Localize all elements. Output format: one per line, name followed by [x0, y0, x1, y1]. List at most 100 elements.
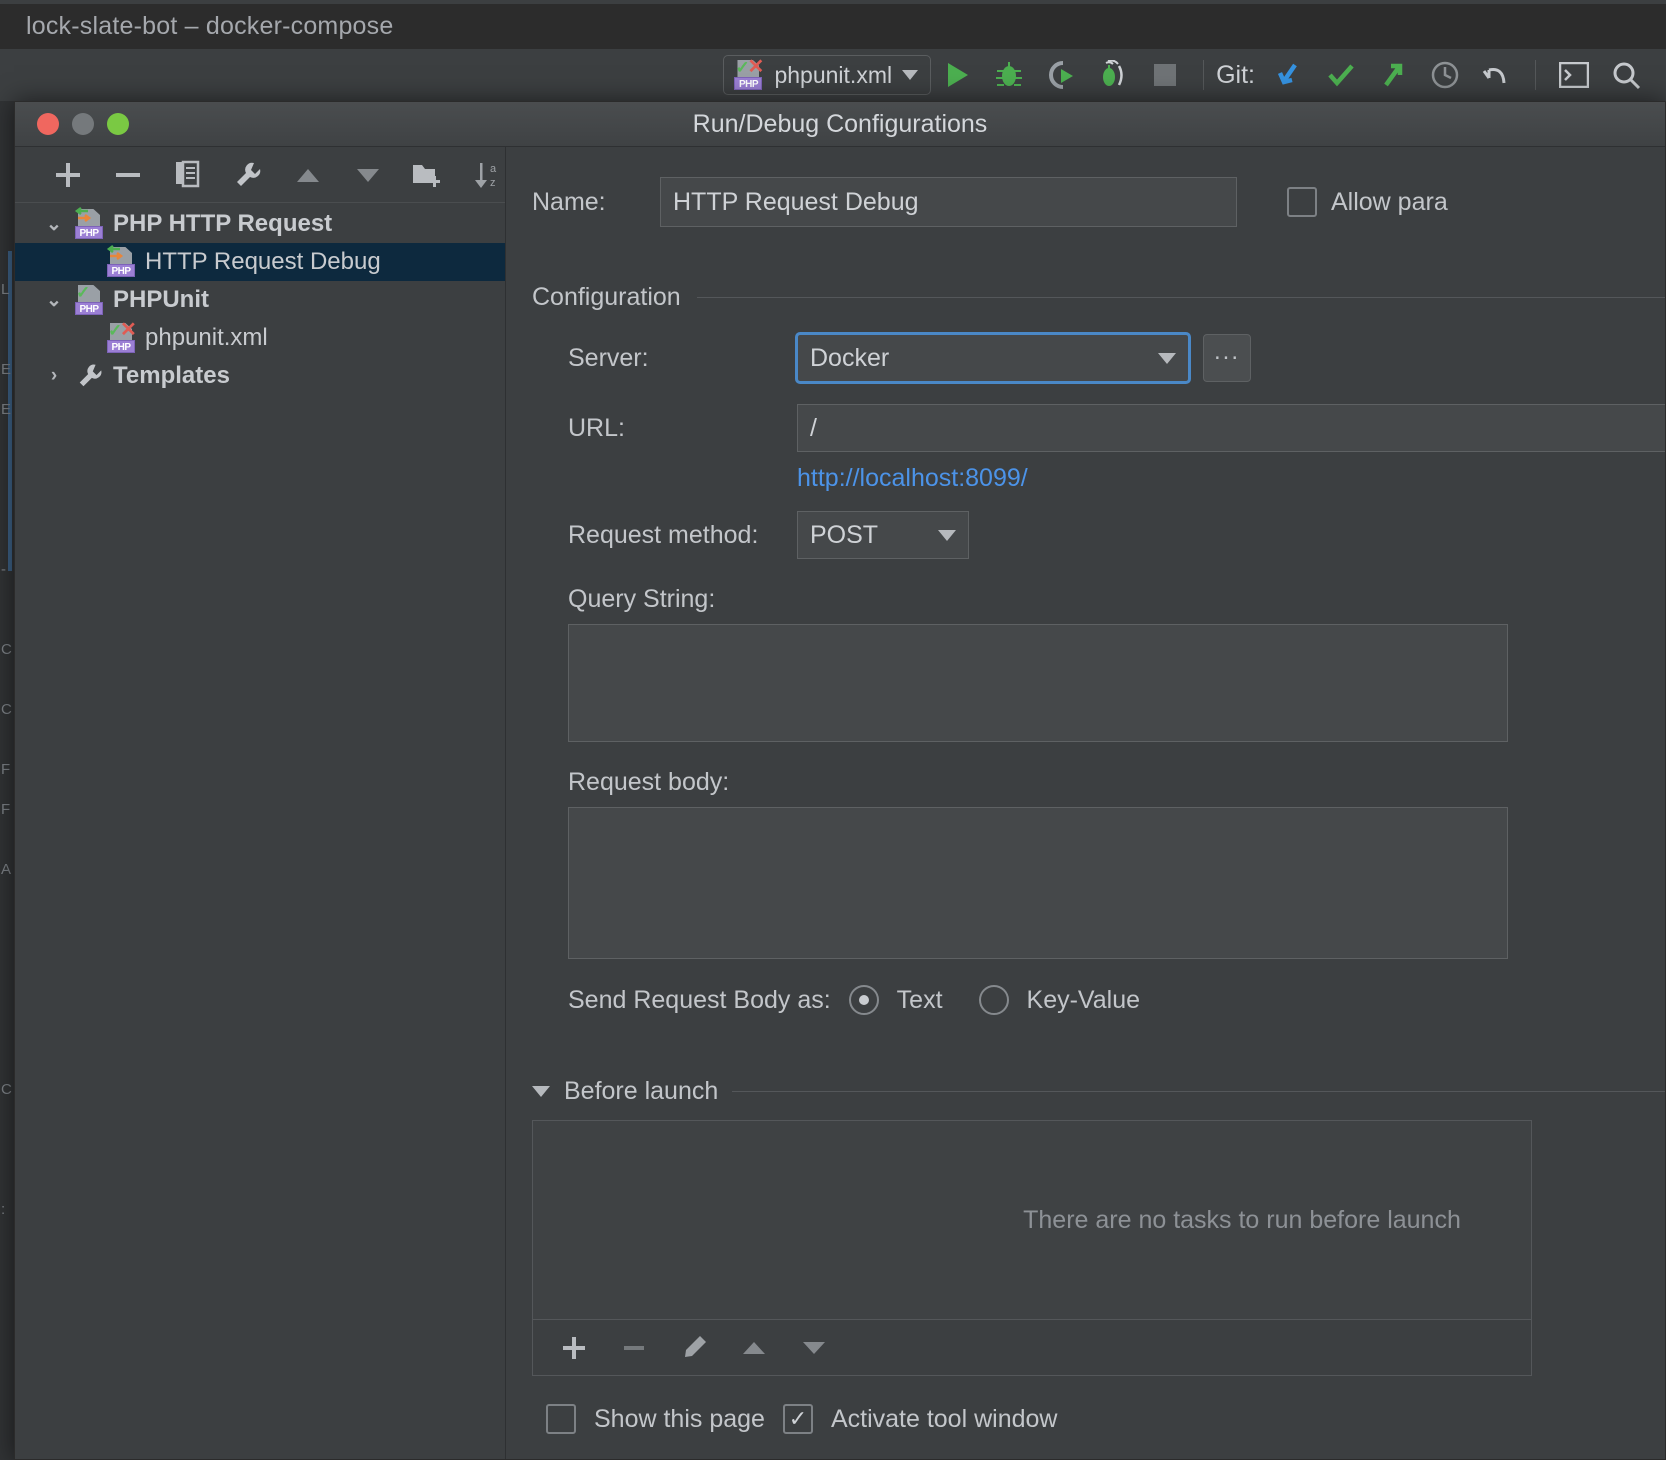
profile-icon[interactable]: [1087, 55, 1139, 95]
rollback-icon[interactable]: [1471, 55, 1523, 95]
remove-configuration-button[interactable]: [111, 158, 145, 192]
url-hint-link[interactable]: http://localhost:8099/: [797, 464, 1665, 493]
activate-tool-window-checkbox[interactable]: [782, 1404, 813, 1434]
tree-item-phpunit-xml[interactable]: ✓ ✕ PHP phpunit.xml: [15, 319, 505, 357]
edit-task-button: [675, 1329, 713, 1367]
git-label: Git:: [1216, 60, 1255, 89]
request-body-label: Request body:: [568, 768, 730, 796]
dialog-title: Run/Debug Configurations: [692, 109, 988, 138]
tree-group-label: Templates: [113, 362, 230, 389]
configuration-section-title: Configuration: [532, 283, 681, 311]
remove-task-button: [615, 1329, 653, 1367]
stop-icon: [1139, 55, 1191, 95]
add-task-button[interactable]: [555, 1329, 593, 1367]
configuration-section-header: Configuration: [532, 283, 1665, 312]
add-configuration-button[interactable]: [51, 158, 85, 192]
move-up-button[interactable]: [291, 158, 325, 192]
checkbox-box[interactable]: [1287, 187, 1317, 217]
run-configuration-selector[interactable]: ✓ ✕ PHP phpunit.xml: [723, 55, 932, 95]
php-test-file-icon: ✓ ✕ PHP: [107, 319, 137, 353]
server-value: Docker: [810, 343, 890, 372]
ide-toolbar: ✓ ✕ PHP phpunit.xml Git:: [0, 49, 1666, 101]
phpunit-icon: ✓ PHP: [75, 284, 105, 315]
name-input[interactable]: [660, 177, 1237, 227]
query-string-label: Query String:: [568, 585, 716, 613]
wrench-icon: [75, 362, 105, 390]
php-http-request-icon: PHP: [106, 245, 137, 277]
tree-item-label: phpunit.xml: [145, 324, 268, 351]
before-launch-toolbar: [532, 1320, 1532, 1376]
request-method-dropdown[interactable]: POST: [797, 511, 969, 559]
toolbar-divider-2: [1535, 60, 1536, 90]
sort-configurations-button[interactable]: a z: [471, 158, 505, 192]
run-debug-configurations-dialog: Run/Debug Configurations a z ⌄ PHP PHP H…: [14, 101, 1666, 1460]
server-dropdown[interactable]: Docker: [795, 332, 1191, 384]
history-icon[interactable]: [1419, 55, 1471, 95]
svg-text:a: a: [490, 163, 497, 175]
php-http-request-icon: PHP: [74, 207, 105, 239]
debug-icon[interactable]: [983, 55, 1035, 95]
send-body-as-row: Send Request Body as: Text Key-Value: [532, 985, 1665, 1015]
update-project-icon[interactable]: [1263, 55, 1315, 95]
move-task-up-button: [735, 1329, 773, 1367]
url-label: URL:: [568, 413, 625, 442]
name-label: Name:: [532, 187, 606, 216]
tree-group-phpunit[interactable]: ⌄ ✓ PHP PHPUnit: [15, 281, 505, 319]
configuration-editor-panel: Name: Allow para Configuration Server: D…: [506, 147, 1665, 1459]
before-launch-task-list[interactable]: There are no tasks to run before launch: [532, 1120, 1532, 1320]
chevron-down-icon[interactable]: ⌄: [41, 213, 67, 236]
tree-group-label: PHP HTTP Request: [113, 210, 333, 237]
before-launch-empty-message: There are no tasks to run before launch: [1023, 1205, 1461, 1234]
move-down-button[interactable]: [351, 158, 385, 192]
name-row: Name: Allow para: [532, 177, 1665, 227]
section-divider: [732, 1091, 1665, 1092]
ide-window-title: lock-slate-bot – docker-compose: [26, 12, 394, 40]
dialog-body: a z ⌄ PHP PHP HTTP Request PHP HTTP Requ…: [15, 147, 1665, 1459]
tree-group-label: PHPUnit: [113, 286, 209, 313]
svg-text:z: z: [490, 177, 496, 189]
request-body-textarea[interactable]: [568, 807, 1508, 959]
send-body-as-label: Send Request Body as:: [568, 985, 831, 1014]
ide-title-bar: lock-slate-bot – docker-compose: [0, 4, 1666, 49]
url-row: URL:: [532, 404, 1665, 452]
request-method-value: POST: [810, 520, 879, 549]
create-folder-button[interactable]: [411, 158, 445, 192]
search-everywhere-icon[interactable]: [1600, 55, 1652, 95]
triangle-down-icon[interactable]: [532, 1086, 550, 1097]
radio-text-label: Text: [896, 985, 943, 1014]
editor-gutter: L E E - C C F F A C :: [0, 101, 14, 1460]
run-with-coverage-icon[interactable]: [1035, 55, 1087, 95]
radio-text[interactable]: [848, 985, 879, 1015]
query-string-textarea[interactable]: [568, 624, 1508, 742]
ide-background: lock-slate-bot – docker-compose ✓ ✕ PHP …: [0, 0, 1666, 1460]
chevron-down-icon: [1158, 352, 1176, 364]
chevron-down-icon[interactable]: ⌄: [41, 289, 67, 312]
server-browse-button[interactable]: ...: [1203, 334, 1251, 382]
chevron-down-icon: [902, 70, 919, 80]
chevron-down-icon: [938, 529, 956, 541]
edit-templates-button[interactable]: [231, 158, 265, 192]
php-test-file-icon: ✓ ✕ PHP: [734, 56, 765, 90]
copy-configuration-button[interactable]: [171, 158, 205, 192]
tree-item-label: HTTP Request Debug: [145, 248, 381, 275]
tree-group-php-http-request[interactable]: ⌄ PHP PHP HTTP Request: [15, 205, 505, 243]
tree-toolbar: a z: [15, 147, 505, 202]
push-icon[interactable]: [1367, 55, 1419, 95]
url-input[interactable]: [797, 404, 1665, 452]
dialog-title-bar: Run/Debug Configurations: [15, 102, 1665, 147]
configurations-panel: a z ⌄ PHP PHP HTTP Request PHP HTTP Requ…: [15, 147, 506, 1459]
chevron-right-icon[interactable]: ›: [41, 365, 67, 387]
request-method-label: Request method:: [568, 520, 759, 549]
terminal-icon[interactable]: [1548, 55, 1600, 95]
run-icon[interactable]: [931, 55, 983, 95]
show-this-page-checkbox[interactable]: [546, 1404, 576, 1434]
radio-key-value[interactable]: [978, 985, 1009, 1015]
before-launch-section-header[interactable]: Before launch: [532, 1077, 1665, 1106]
toolbar-divider: [1203, 60, 1205, 90]
server-label: Server:: [568, 343, 649, 372]
tree-item-http-request-debug[interactable]: PHP HTTP Request Debug: [15, 243, 505, 281]
commit-icon[interactable]: [1315, 55, 1367, 95]
configurations-tree[interactable]: ⌄ PHP PHP HTTP Request PHP HTTP Request …: [15, 202, 505, 1459]
allow-parallel-run-checkbox[interactable]: Allow para: [1287, 187, 1448, 217]
tree-group-templates[interactable]: › Templates: [15, 357, 505, 395]
